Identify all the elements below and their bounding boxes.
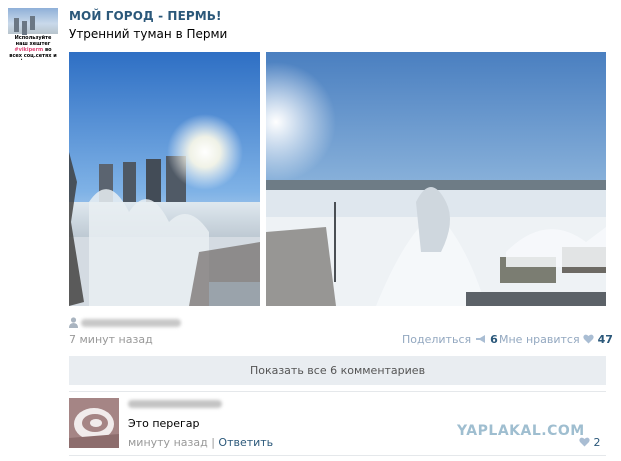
share-button[interactable]: Поделиться 6 (402, 333, 498, 346)
comment-like-button[interactable]: 2 (579, 436, 601, 449)
group-avatar[interactable]: Используйте наш хештег #vikiperm во всех… (8, 8, 58, 60)
avatar-caption: Используйте наш хештег #vikiperm во всех… (8, 34, 58, 60)
person-icon (69, 317, 78, 328)
like-button[interactable]: Мне нравится 47 (499, 333, 613, 346)
comment-author-blurred[interactable] (128, 400, 222, 408)
heart-icon (579, 437, 590, 447)
comment-like-count: 2 (593, 436, 601, 449)
comment-meta: минуту назад | Ответить (128, 436, 273, 449)
post-photo-1[interactable] (69, 52, 260, 306)
divider (69, 391, 606, 392)
share-count: 6 (490, 333, 498, 346)
divider (69, 455, 606, 456)
avatar-caption-line-1: Используйте наш хештег (14, 35, 52, 47)
comment-time[interactable]: минуту назад (128, 436, 208, 449)
comment-avatar[interactable] (69, 398, 119, 448)
post-author[interactable] (69, 317, 189, 329)
share-label: Поделиться (402, 333, 472, 346)
avatar-city-image (8, 8, 58, 34)
heart-icon (583, 334, 594, 344)
post-time[interactable]: 7 минут назад (69, 333, 153, 346)
post-photo-2[interactable] (266, 52, 606, 306)
reply-link[interactable]: Ответить (218, 436, 273, 449)
author-name-blurred (81, 319, 181, 327)
like-label: Мне нравится (499, 333, 580, 346)
comment-text: Это перегар (128, 417, 200, 430)
like-count: 47 (597, 333, 613, 346)
megaphone-icon (475, 335, 485, 343)
post-text: Утренний туман в Перми (69, 27, 228, 41)
watermark: YAPLAKAL.COM (457, 423, 585, 439)
show-all-comments-button[interactable]: Показать все 6 комментариев (69, 356, 606, 385)
group-name-link[interactable]: МОЙ ГОРОД - ПЕРМЬ! (69, 9, 222, 23)
